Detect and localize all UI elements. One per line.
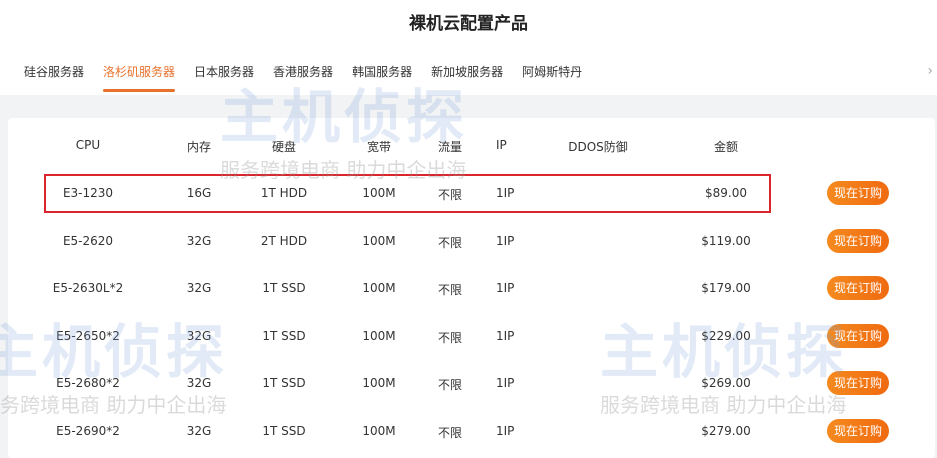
- tab-1[interactable]: 洛杉矶服务器: [103, 63, 176, 92]
- ram-cell: 16G: [186, 186, 212, 200]
- top-header: 裸机云配置产品 硅谷服务器 洛杉矶服务器 日本服务器 香港服务器 韩国服务器 新加坡服务器…: [0, 0, 937, 95]
- disk-cell: 硬盘: [271, 140, 297, 154]
- table-row: E3-1230 16G 1T HDD 100M 不限 1IP $89.00 现在订购: [8, 178, 935, 208]
- price-cell: $269.00: [701, 376, 751, 390]
- cpu-cell: E5-2650*2: [56, 328, 120, 343]
- ddos-cell: DDOS防御: [568, 140, 628, 154]
- ram-cell: 32G: [186, 281, 212, 295]
- cpu-cell: E3-1230: [62, 186, 114, 200]
- cpu-cell: E5-2680*2: [56, 376, 120, 390]
- price-cell: $89.00: [705, 186, 747, 200]
- disk-cell: 1T SSD: [262, 376, 306, 390]
- traffic-cell: 不限: [437, 378, 463, 392]
- table-row: E5-2680*2 32G 1T SSD 100M 不限 1IP $269.00 现在订购: [8, 368, 935, 398]
- ram-cell: 32G: [186, 376, 212, 390]
- tab-6[interactable]: 阿姆斯特丹: [522, 63, 582, 91]
- price-cell: $119.00: [701, 233, 751, 248]
- table-row: E5-2650*2 32G 1T SSD 100M 不限 1IP $229.00 现在订购: [8, 321, 935, 351]
- ip-cell: 1IP: [496, 281, 515, 295]
- ip-cell: 1IP: [496, 376, 515, 390]
- tab-5[interactable]: 新加坡服务器: [431, 63, 503, 91]
- bandwidth-cell: 100M: [362, 328, 396, 343]
- disk-cell: 1T SSD: [262, 328, 306, 343]
- tab-3[interactable]: 香港服务器: [273, 63, 333, 91]
- traffic-cell: 流量: [437, 140, 463, 154]
- ram-cell: 32G: [186, 233, 212, 248]
- order-now-button[interactable]: 现在订购: [827, 228, 889, 253]
- traffic-cell: 不限: [437, 235, 463, 250]
- ip-cell: 1IP: [496, 328, 515, 343]
- bandwidth-cell: 100M: [362, 376, 396, 390]
- disk-cell: 2T HDD: [260, 233, 308, 248]
- table-row: E5-2630L*2 32G 1T SSD 100M 不限 1IP $179.00 现在订购: [8, 273, 935, 303]
- price-cell: $179.00: [701, 281, 751, 295]
- ip-cell: 1IP: [496, 233, 515, 248]
- price-cell: 金额: [713, 140, 739, 154]
- table-header: CPU 内存 硬盘 宽带 流量 IP DDOS防御 金额: [8, 130, 935, 160]
- tab-4[interactable]: 韩国服务器: [352, 63, 412, 91]
- bandwidth-cell: 100M: [362, 186, 396, 200]
- bandwidth-cell: 100M: [362, 281, 396, 295]
- table-row: E5-2620 32G 2T HDD 100M 不限 1IP $119.00 现在订购: [8, 226, 935, 256]
- traffic-cell: 不限: [437, 425, 463, 440]
- traffic-cell: 不限: [437, 330, 463, 345]
- disk-cell: 1T SSD: [262, 281, 306, 295]
- ram-cell: 内存: [186, 140, 212, 154]
- ip-cell: IP: [496, 138, 507, 152]
- order-now-button[interactable]: 现在订购: [827, 276, 889, 300]
- traffic-cell: 不限: [437, 283, 463, 297]
- tab-2[interactable]: 日本服务器: [194, 63, 254, 91]
- bandwidth-cell: 100M: [362, 423, 396, 438]
- cpu-cell: E5-2690*2: [56, 423, 120, 438]
- disk-cell: 1T SSD: [262, 423, 306, 438]
- page-title: 裸机云配置产品: [409, 14, 528, 34]
- chevron-right-icon[interactable]: ›: [927, 63, 933, 79]
- table-row: E5-2690*2 32G 1T SSD 100M 不限 1IP $279.00 现在订购: [8, 416, 935, 446]
- order-now-button[interactable]: 现在订购: [827, 323, 889, 348]
- cpu-cell: E5-2630L*2: [52, 281, 124, 295]
- disk-cell: 1T HDD: [260, 186, 308, 200]
- traffic-cell: 不限: [437, 188, 463, 202]
- product-table: CPU 内存 硬盘 宽带 流量 IP DDOS防御 金额 E3-1230 16G 1T HDD 100…: [8, 118, 935, 458]
- ip-cell: 1IP: [496, 186, 515, 200]
- tab-0[interactable]: 硅谷服务器: [24, 63, 84, 91]
- bandwidth-cell: 100M: [362, 233, 396, 248]
- order-now-button[interactable]: 现在订购: [827, 181, 889, 205]
- region-tabs: 硅谷服务器 洛杉矶服务器 日本服务器 香港服务器 韩国服务器 新加坡服务器 阿姆斯特丹: [24, 63, 582, 92]
- ram-cell: 32G: [186, 328, 212, 343]
- order-now-button[interactable]: 现在订购: [827, 418, 889, 443]
- cpu-cell: E5-2620: [62, 233, 114, 248]
- ip-cell: 1IP: [496, 423, 515, 438]
- price-cell: $229.00: [701, 328, 751, 343]
- ram-cell: 32G: [186, 423, 212, 438]
- cpu-cell: CPU: [75, 138, 101, 152]
- bandwidth-cell: 宽带: [366, 140, 392, 154]
- price-cell: $279.00: [701, 423, 751, 438]
- order-now-button[interactable]: 现在订购: [827, 371, 889, 395]
